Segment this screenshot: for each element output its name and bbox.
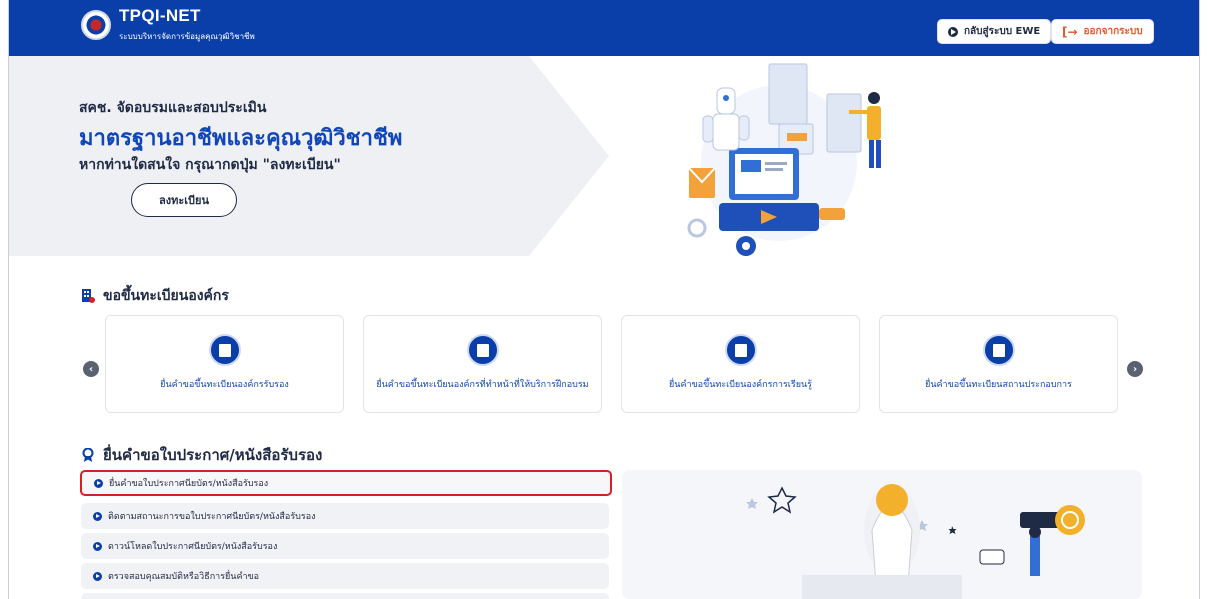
link-request-certificate[interactable]: ยื่นคำขอใบประกาศนียบัตร/หนังสือรับรอง bbox=[80, 470, 612, 496]
org-card-label: ยื่นคำขอขึ้นทะเบียนองค์กรที่ทำหน้าที่ให้… bbox=[376, 380, 589, 390]
rocket-illustration bbox=[622, 470, 1142, 599]
logout-label: ออกจากระบบ bbox=[1083, 26, 1143, 37]
award-ribbon-icon bbox=[82, 448, 94, 462]
top-navbar: TPQI-NET ระบบบริหารจัดการข้อมูลคุณวุฒิวิ… bbox=[9, 0, 1199, 56]
carousel-prev-icon[interactable]: ‹ bbox=[83, 361, 99, 377]
link-label: ติดตามสถานะการขอใบประกาศนียบัตร/หนังสือร… bbox=[108, 512, 316, 522]
org-card-establishment[interactable]: ยื่นคำขอขึ้นทะเบียนสถานประกอบการ bbox=[879, 315, 1118, 413]
hero-headline: มาตรฐานอาชีพและคุณวุฒิวิชาชีพ bbox=[79, 126, 403, 151]
brand-title: TPQI-NET bbox=[119, 6, 201, 25]
link-download-certificate[interactable]: ดาวน์โหลดใบประกาศนียบัตร/หนังสือรับรอง bbox=[81, 533, 609, 559]
tpqi-logo bbox=[81, 10, 111, 40]
office-building-icon bbox=[466, 334, 499, 366]
carousel-next-icon[interactable]: › bbox=[1127, 361, 1143, 377]
org-card-training[interactable]: ยื่นคำขอขึ้นทะเบียนองค์กรที่ทำหน้าที่ให้… bbox=[363, 315, 602, 413]
org-section-title: ขอขึ้นทะเบียนองค์กร bbox=[81, 285, 229, 307]
arrow-circle-icon bbox=[93, 541, 102, 551]
org-card-accreditation[interactable]: ยื่นคำขอขึ้นทะเบียนองค์กรรับรอง bbox=[105, 315, 344, 413]
brand-subtitle: ระบบบริหารจัดการข้อมูลคุณวุฒิวิชาชีพ bbox=[119, 32, 255, 41]
org-card-label: ยื่นคำขอขึ้นทะเบียนองค์กรการเรียนรู้ bbox=[669, 380, 812, 390]
link-check-qualification[interactable]: ตรวจสอบคุณสมบัติหรือวิธีการยื่นคำขอ bbox=[81, 563, 609, 589]
city-building-icon bbox=[982, 334, 1015, 366]
hero-line3: หากท่านใดสนใจ กรุณากดปุ่ม "ลงทะเบียน" bbox=[79, 157, 341, 173]
link-track-status[interactable]: ติดตามสถานะการขอใบประกาศนียบัตร/หนังสือร… bbox=[81, 503, 609, 529]
office-building-icon bbox=[208, 334, 241, 366]
community-building-icon bbox=[724, 334, 757, 366]
arrow-circle-icon bbox=[93, 511, 102, 521]
cert-section-label: ยื่นคำขอใบประกาศ/หนังสือรับรอง bbox=[103, 446, 323, 464]
back-to-ewe-label: กลับสู่ระบบ EWE bbox=[964, 26, 1041, 37]
arrow-circle-icon bbox=[93, 571, 102, 581]
logout-button[interactable]: [→ ออกจากระบบ bbox=[1051, 19, 1154, 44]
back-to-ewe-button[interactable]: กลับสู่ระบบ EWE bbox=[937, 19, 1052, 44]
link-label: ดาวน์โหลดใบประกาศนียบัตร/หนังสือรับรอง bbox=[108, 542, 278, 552]
logout-arrow-icon: [→ bbox=[1062, 24, 1078, 39]
link-label: ตรวจสอบคุณสมบัติหรือวิธีการยื่นคำขอ bbox=[108, 572, 260, 582]
org-card-learning[interactable]: ยื่นคำขอขึ้นทะเบียนองค์กรการเรียนรู้ bbox=[621, 315, 860, 413]
building-icon bbox=[82, 289, 95, 303]
org-card-label: ยื่นคำขอขึ้นทะเบียนสถานประกอบการ bbox=[925, 380, 1072, 390]
register-button[interactable]: ลงทะเบียน bbox=[131, 183, 237, 217]
org-card-label: ยื่นคำขอขึ้นทะเบียนองค์กรรับรอง bbox=[160, 380, 289, 390]
org-section-label: ขอขึ้นทะเบียนองค์กร bbox=[103, 288, 229, 304]
arrow-circle-icon bbox=[94, 478, 103, 488]
page-frame: TPQI-NET ระบบบริหารจัดการข้อมูลคุณวุฒิวิ… bbox=[8, 0, 1200, 599]
link-label: ยื่นคำขอใบประกาศนียบัตร/หนังสือรับรอง bbox=[109, 479, 269, 489]
hero-line1: สคช. จัดอบรมและสอบประเมิน bbox=[79, 100, 267, 116]
robot-illustration bbox=[687, 63, 881, 256]
link-more[interactable] bbox=[81, 593, 609, 599]
play-circle-icon bbox=[948, 26, 958, 37]
cert-section-title: ยื่นคำขอใบประกาศ/หนังสือรับรอง bbox=[81, 443, 322, 467]
